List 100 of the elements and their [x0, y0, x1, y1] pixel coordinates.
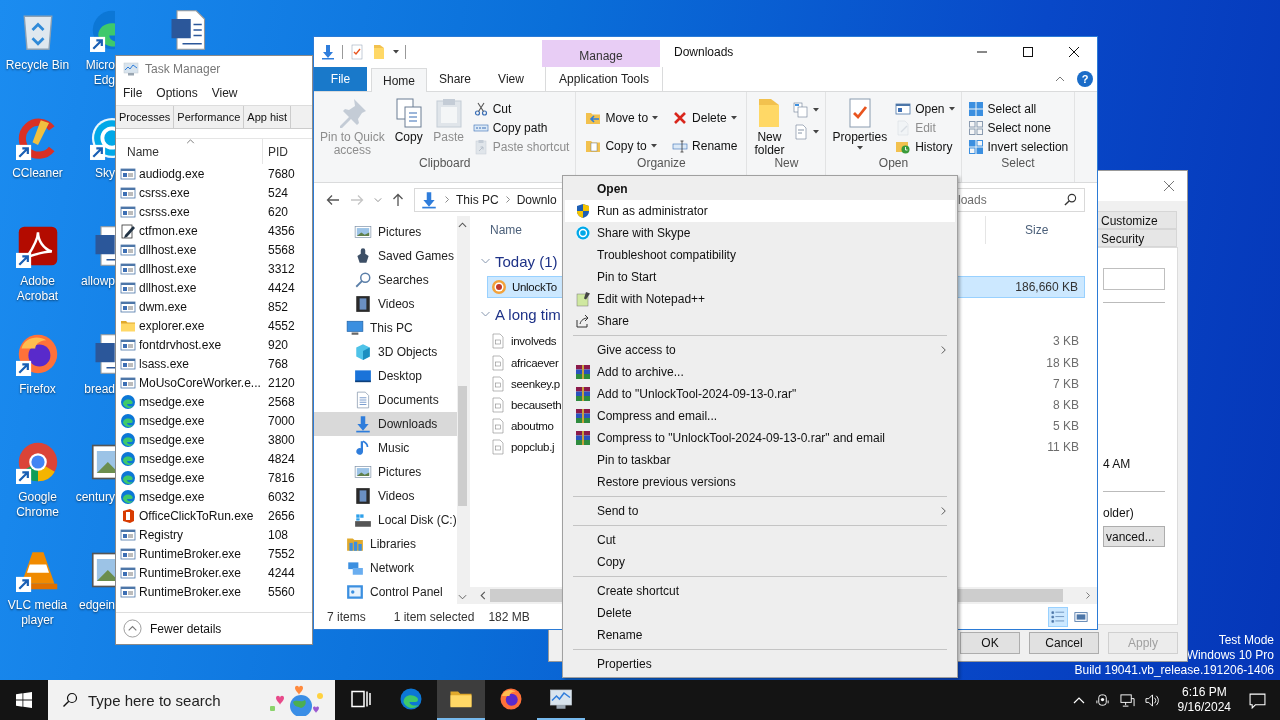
- tab[interactable]: Processes: [116, 106, 175, 128]
- taskbar-button[interactable]: [437, 680, 485, 720]
- menu-item[interactable]: Give access to: [565, 339, 955, 361]
- menu-item[interactable]: Create shortcut: [565, 580, 955, 602]
- ribbon-button[interactable]: Copy path: [469, 118, 573, 137]
- ribbon-button[interactable]: History: [892, 137, 958, 156]
- nav-item[interactable]: Pictures: [314, 220, 457, 244]
- tab[interactable]: Performance: [174, 106, 245, 128]
- icon-label[interactable]: VLC media player: [4, 598, 71, 628]
- group-header[interactable]: A long tim: [495, 305, 561, 323]
- menu-item[interactable]: Rename: [565, 624, 955, 646]
- icon-label[interactable]: Micro Edg: [75, 58, 115, 88]
- ribbon-button[interactable]: Delete: [669, 107, 741, 128]
- menu-item[interactable]: Options: [156, 86, 198, 100]
- nav-item[interactable]: Videos: [314, 292, 457, 316]
- menu-item[interactable]: File: [123, 86, 143, 100]
- nav-item[interactable]: Documents: [314, 388, 457, 412]
- menu-item[interactable]: Edit with Notepad++: [565, 288, 955, 310]
- tab[interactable]: Customize: [1095, 211, 1177, 229]
- menu-item[interactable]: View: [211, 86, 238, 100]
- menu-item[interactable]: Pin to taskbar: [565, 449, 955, 471]
- ribbon-button[interactable]: Copy to: [582, 135, 662, 156]
- column-header[interactable]: Name: [127, 144, 159, 159]
- menu-item[interactable]: Delete: [565, 602, 955, 624]
- icon-label[interactable]: CCleaner: [4, 166, 71, 181]
- nav-item[interactable]: Local Disk (C:): [314, 508, 457, 532]
- group-header[interactable]: Today (1): [495, 252, 558, 270]
- icon-label[interactable]: Google Chrome: [4, 490, 71, 520]
- nav-item[interactable]: This PC: [314, 316, 457, 340]
- file-name[interactable]: africaever: [511, 356, 559, 369]
- menu-item[interactable]: Troubleshoot compatibility: [565, 244, 955, 266]
- menu-item[interactable]: Share with Skype: [565, 222, 955, 244]
- help-button[interactable]: ?: [1077, 71, 1093, 87]
- breadcrumb[interactable]: Downlo: [516, 192, 557, 207]
- dialog-button[interactable]: OK: [960, 632, 1020, 654]
- menu-item[interactable]: Add to "UnlockTool-2024-09-13-0.rar": [565, 383, 955, 405]
- ribbon-button[interactable]: Copy: [389, 94, 428, 144]
- icon-label[interactable]: Adobe Acrobat: [4, 274, 71, 304]
- nav-item[interactable]: Control Panel: [314, 580, 457, 604]
- nav-item[interactable]: Pictures: [314, 460, 457, 484]
- icon-label[interactable]: edgein: [75, 598, 115, 613]
- nav-item[interactable]: Music: [314, 436, 457, 460]
- menu-item[interactable]: Run as administrator: [565, 200, 955, 222]
- icon-label[interactable]: Recycle Bin: [4, 58, 71, 73]
- menu-item[interactable]: Compress to "UnlockTool-2024-09-13-0.rar" and email: [565, 427, 955, 449]
- ribbon-tab[interactable]: View: [483, 67, 539, 91]
- ribbon-button[interactable]: Cut: [469, 99, 573, 118]
- nav-item[interactable]: Desktop: [314, 364, 457, 388]
- menu-item[interactable]: Properties: [565, 653, 955, 675]
- ribbon-button[interactable]: Open: [892, 99, 958, 118]
- ribbon-tab[interactable]: Home: [371, 68, 427, 92]
- file-name[interactable]: UnlockTo: [512, 281, 557, 293]
- nav-item[interactable]: Saved Games: [314, 244, 457, 268]
- nav-item[interactable]: Downloads: [314, 412, 457, 436]
- menu-item[interactable]: Send to: [565, 500, 955, 522]
- menu-item[interactable]: Share: [565, 310, 955, 332]
- file-name[interactable]: becauseth: [511, 398, 562, 411]
- icon-label[interactable]: century: [75, 490, 115, 505]
- search-field[interactable]: Type here to search: [48, 680, 335, 720]
- tab[interactable]: App hist: [244, 106, 292, 128]
- text-field[interactable]: [1103, 268, 1165, 290]
- fewer-details-button[interactable]: Fewer details: [123, 619, 222, 638]
- nav-item[interactable]: Libraries: [314, 532, 457, 556]
- menu-item[interactable]: Compress and email...: [565, 405, 955, 427]
- ribbon-button[interactable]: Properties: [829, 94, 891, 150]
- icon-label[interactable]: Firefox: [4, 382, 71, 397]
- icon-label[interactable]: Sky: [75, 166, 115, 181]
- file-name[interactable]: seenkey.p: [511, 377, 560, 390]
- tab[interactable]: Security: [1095, 229, 1177, 247]
- menu-item[interactable]: Copy: [565, 551, 955, 573]
- advanced-button[interactable]: vanced...: [1103, 526, 1165, 547]
- file-menu-button[interactable]: File: [314, 67, 367, 91]
- file-name[interactable]: popclub.j: [511, 440, 555, 453]
- ribbon-button[interactable]: Select all: [964, 99, 1072, 118]
- view-button[interactable]: [1048, 606, 1068, 627]
- nav-item[interactable]: Network: [314, 556, 457, 580]
- nav-item[interactable]: Videos: [314, 484, 457, 508]
- clock-date[interactable]: 9/16/2024: [1177, 700, 1231, 715]
- file-name[interactable]: involveds: [511, 335, 557, 347]
- icon-label[interactable]: allowp: [75, 274, 115, 289]
- file-name[interactable]: aboutmo: [511, 419, 554, 432]
- ribbon-button[interactable]: New folder: [750, 94, 789, 157]
- ribbon-button[interactable]: Select none: [964, 118, 1072, 137]
- menu-item[interactable]: Pin to Start: [565, 266, 955, 288]
- nav-item[interactable]: Searches: [314, 268, 457, 292]
- ribbon-button[interactable]: Invert selection: [964, 137, 1072, 156]
- scrollbar-thumb[interactable]: [458, 386, 468, 506]
- column-header[interactable]: Size: [985, 216, 1095, 244]
- nav-item[interactable]: 3D Objects: [314, 340, 457, 364]
- menu-item[interactable]: Cut: [565, 529, 955, 551]
- scrollbar[interactable]: [456, 216, 469, 604]
- ribbon-button[interactable]: Rename: [669, 135, 741, 156]
- clock-time[interactable]: 6:16 PM: [1181, 685, 1227, 700]
- dialog-button[interactable]: Cancel: [1029, 632, 1099, 654]
- breadcrumb[interactable]: This PC: [456, 192, 499, 207]
- column-header[interactable]: PID: [263, 139, 312, 164]
- menu-item[interactable]: Restore previous versions: [565, 471, 955, 493]
- ribbon-button[interactable]: Move to: [582, 107, 662, 128]
- menu-item[interactable]: Add to archive...: [565, 361, 955, 383]
- ribbon-tab[interactable]: Share: [427, 67, 483, 91]
